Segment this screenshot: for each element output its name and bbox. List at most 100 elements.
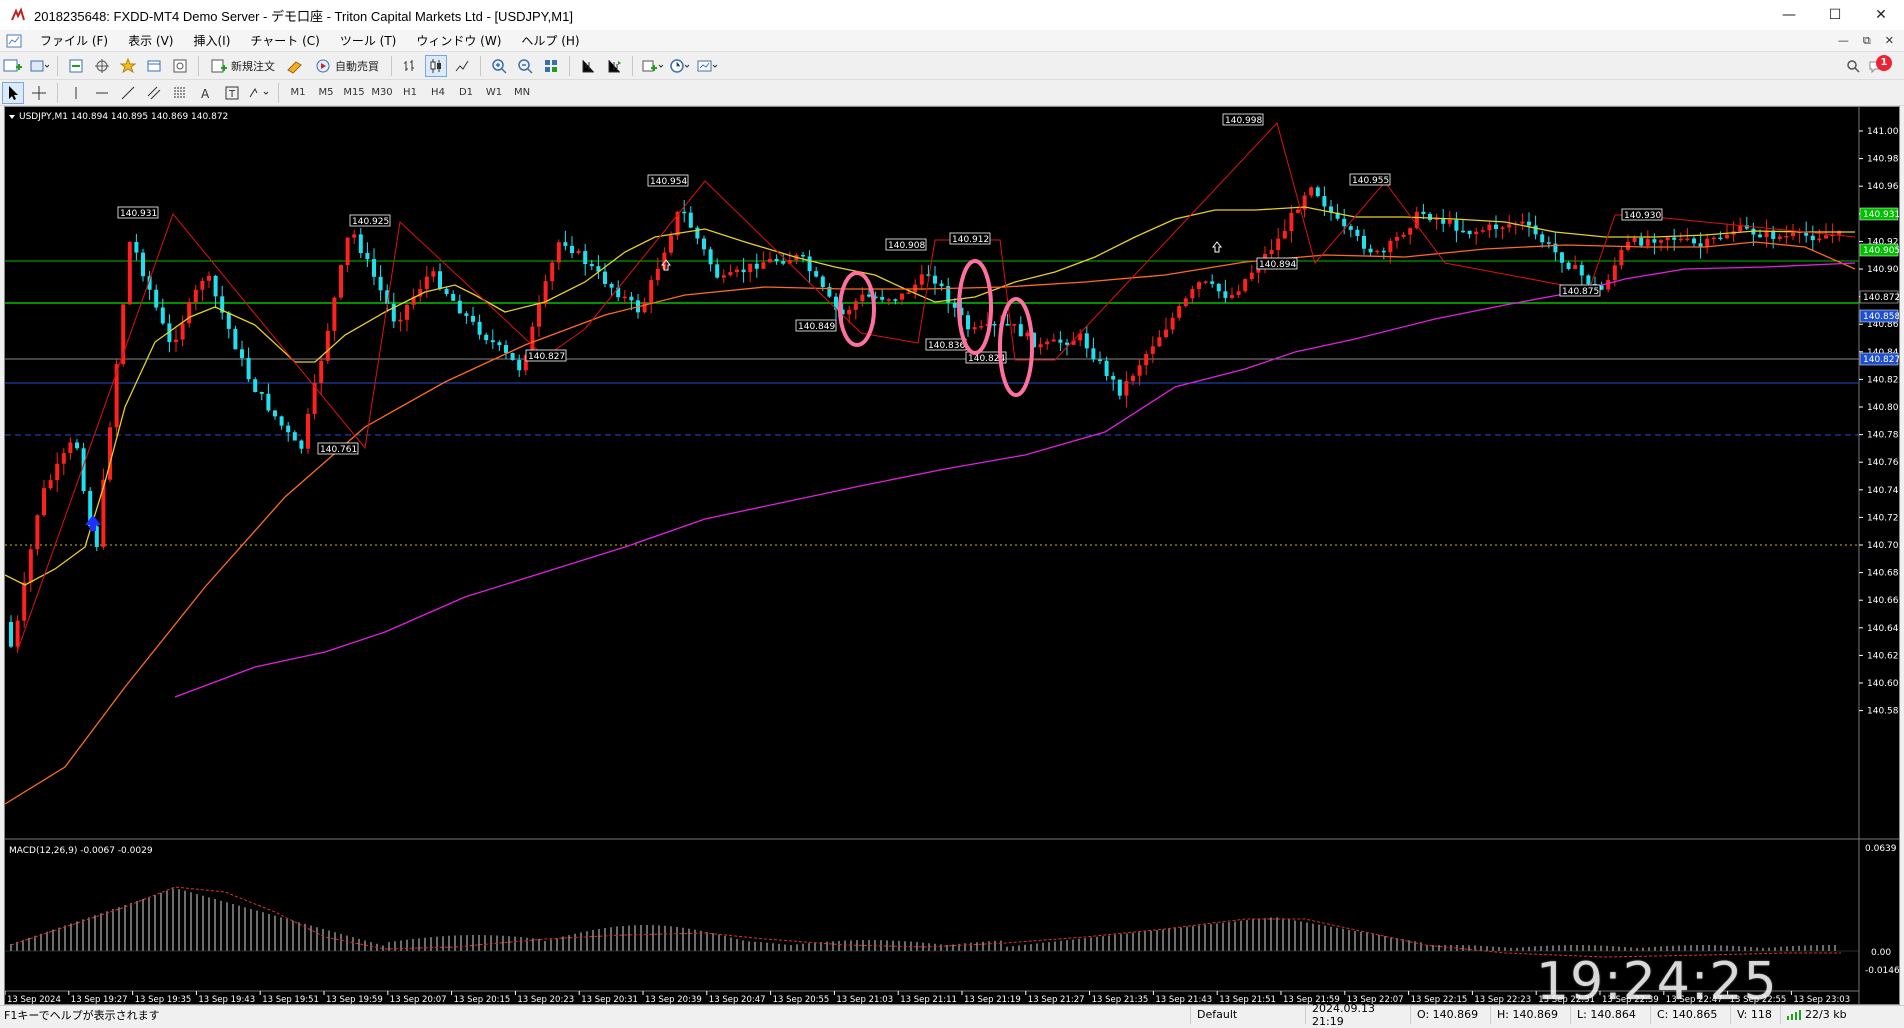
maximize-button[interactable]: ☐ (1812, 0, 1858, 30)
chart-window[interactable]: USDJPY,M1 140.894 140.895 140.869 140.87… (4, 106, 1904, 1005)
candle-body (919, 274, 924, 285)
status-low: L: 140.864 (1570, 1005, 1650, 1024)
text-button[interactable]: A (195, 82, 217, 104)
close-button[interactable]: ✕ (1858, 0, 1904, 30)
zoom-out-button[interactable] (514, 55, 536, 77)
timeframe-m1[interactable]: M1 (285, 83, 311, 103)
price-chart[interactable]: USDJPY,M1 140.894 140.895 140.869 140.87… (4, 107, 1904, 1005)
new-chart-button[interactable] (2, 55, 24, 77)
indicators-button[interactable] (640, 55, 664, 77)
horizontal-line-button[interactable] (91, 82, 113, 104)
candle-body (768, 258, 772, 263)
clock-overlay: 19:24:25 (1536, 952, 1778, 1012)
candle-body (1098, 359, 1102, 362)
bar-chart-button[interactable] (399, 55, 421, 77)
market-watch-button[interactable] (65, 55, 87, 77)
autoscroll-button[interactable] (603, 55, 625, 77)
candle-body (609, 283, 614, 288)
candle-body (1480, 230, 1485, 232)
metaeditor-icon (287, 60, 302, 74)
timeframe-mn[interactable]: MN (509, 83, 535, 103)
strategy-tester-button[interactable] (169, 55, 191, 77)
candle-body (28, 549, 33, 583)
timeframe-d1[interactable]: D1 (453, 83, 479, 103)
candle-body (748, 263, 753, 273)
search-icon[interactable] (1846, 59, 1860, 73)
crosshair-button[interactable] (28, 82, 50, 104)
time-axis-label: 13 Sep 20:31 (581, 995, 638, 1004)
candlestick-chart-button[interactable] (425, 54, 447, 77)
swing-label: 140.836 (928, 341, 965, 351)
candle-body (1824, 235, 1828, 239)
equidistant-channel-button[interactable] (143, 82, 165, 104)
menu-insert[interactable]: 挿入(I) (183, 32, 240, 49)
periods-button[interactable] (668, 55, 692, 77)
candle-body (9, 622, 13, 647)
status-bar: F1キーでヘルプが表示されます Default 2024.09.13 21:19… (0, 1002, 1904, 1028)
candle-body (477, 321, 482, 335)
navigator-button[interactable] (117, 55, 139, 77)
candle-body (200, 280, 205, 290)
zoom-in-button[interactable] (488, 55, 510, 77)
timeframe-w1[interactable]: W1 (481, 83, 507, 103)
candle-body (622, 296, 627, 299)
minimize-button[interactable]: — (1766, 0, 1812, 30)
auto-trading-button[interactable]: 自動売買 (310, 55, 384, 77)
notifications-button[interactable]: 1 (1868, 54, 1892, 75)
menu-help[interactable]: ヘルプ (H) (511, 32, 589, 49)
menu-view[interactable]: 表示 (V) (118, 32, 183, 49)
profiles-button[interactable] (28, 55, 50, 77)
timeframe-h4[interactable]: H4 (425, 83, 451, 103)
data-window-button[interactable] (91, 55, 113, 77)
window-titlebar: 2018235648: FXDD-MT4 Demo Server - デモ口座 … (0, 0, 1904, 30)
candle-body (1777, 236, 1782, 239)
child-restore-button[interactable]: ⧉ (1863, 34, 1871, 48)
candle-body (774, 258, 779, 262)
menu-tools[interactable]: ツール (T) (330, 32, 407, 49)
timeframe-m30[interactable]: M30 (369, 83, 395, 103)
candle-body (497, 342, 502, 346)
terminal-button[interactable] (143, 55, 165, 77)
candle-body (1124, 381, 1129, 396)
candle-body (246, 358, 251, 380)
new-order-button[interactable]: 新規注文 (206, 55, 280, 77)
candle-body (1131, 375, 1135, 382)
swing-label: 140.954 (650, 177, 687, 187)
time-axis-label: 13 Sep 19:35 (135, 995, 192, 1004)
bar-chart-icon (404, 59, 414, 71)
line-chart-button[interactable] (451, 55, 473, 77)
timeframe-m15[interactable]: M15 (341, 83, 367, 103)
menu-file[interactable]: ファイル (F) (30, 32, 118, 49)
arrows-button[interactable] (247, 82, 271, 104)
chart-window-icon (6, 34, 22, 47)
timeframe-m5[interactable]: M5 (313, 83, 339, 103)
menu-chart[interactable]: チャート (C) (240, 32, 329, 49)
status-open: O: 140.869 (1410, 1005, 1490, 1024)
crosshair-icon (32, 85, 46, 100)
fibonacci-button[interactable] (169, 82, 191, 104)
candle-body (61, 453, 66, 464)
candle-body (444, 288, 449, 295)
candle-body (1507, 224, 1512, 228)
candle-body (1144, 353, 1149, 366)
price-axis-label: 140.605 (1867, 679, 1899, 689)
child-close-button[interactable]: ✕ (1885, 34, 1894, 48)
text-label-button[interactable]: T (221, 82, 243, 104)
cursor-button[interactable] (2, 81, 24, 104)
templates-button[interactable] (696, 55, 720, 77)
standard-toolbar: 新規注文 自動売買 1 (0, 52, 1904, 80)
trendline-button[interactable] (117, 82, 139, 104)
vertical-line-button[interactable] (65, 82, 87, 104)
time-axis-label: 13 Sep 19:51 (262, 995, 319, 1004)
tile-windows-button[interactable] (540, 55, 562, 77)
child-minimize-button[interactable]: — (1838, 34, 1849, 48)
candle-body (1540, 234, 1545, 243)
candle-body (1725, 234, 1729, 239)
status-profile[interactable]: Default (1190, 1005, 1305, 1024)
candle-body (1018, 324, 1023, 337)
timeframe-h1[interactable]: H1 (397, 83, 423, 103)
chart-shift-button[interactable] (577, 55, 599, 77)
metaeditor-button[interactable] (284, 55, 306, 77)
menu-window[interactable]: ウィンドウ (W) (406, 32, 511, 49)
candle-body (1348, 226, 1353, 230)
